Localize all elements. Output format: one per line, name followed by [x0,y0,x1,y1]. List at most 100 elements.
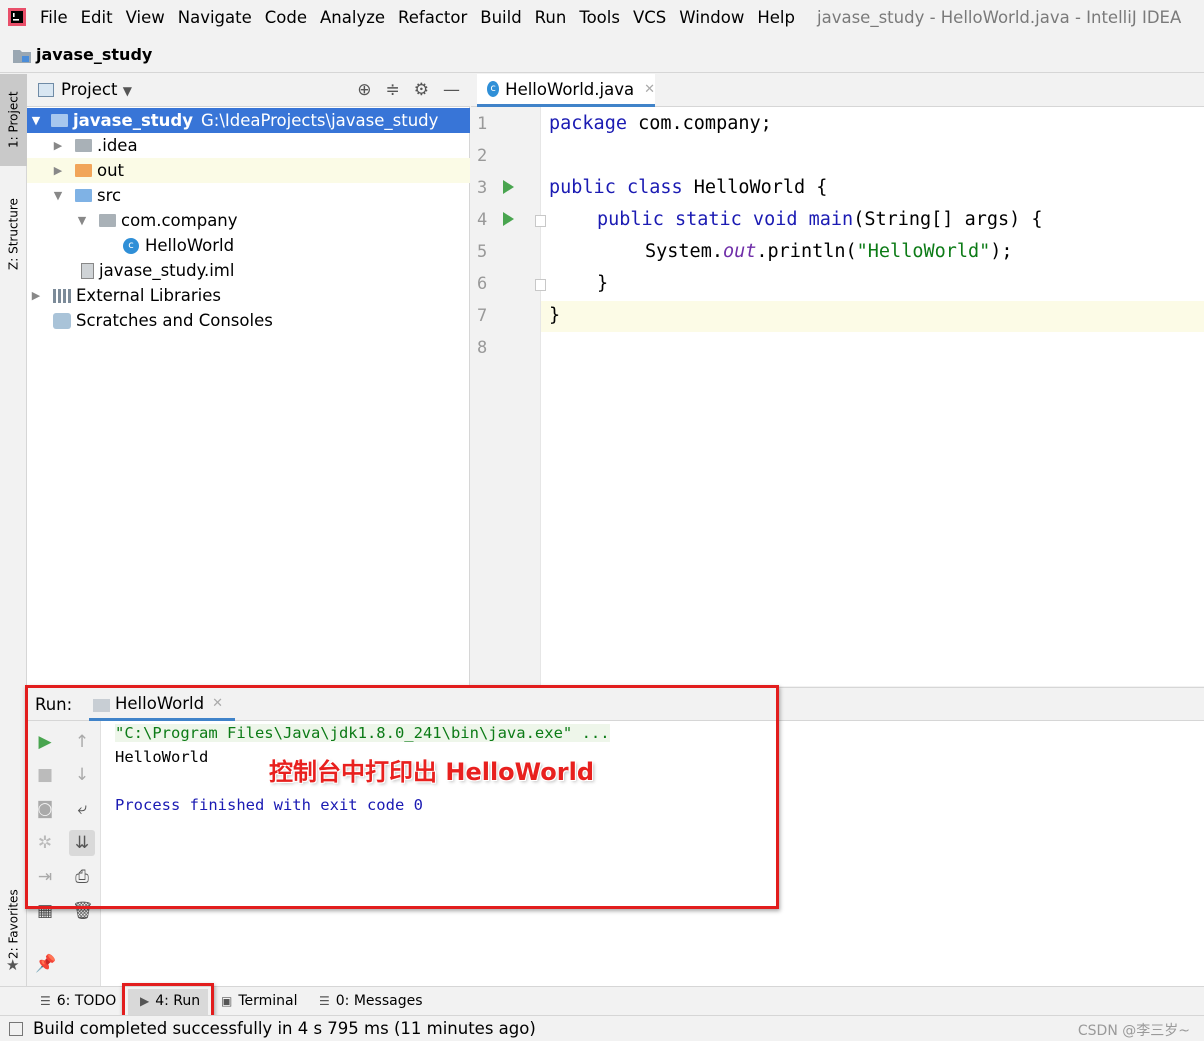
code-line-5: System.out.println("HelloWorld"); [645,241,1013,262]
menu-file[interactable]: File [40,7,68,29]
tool-tab-structure-label: Z: Structure [6,198,21,270]
tree-item-external-libraries[interactable]: ▶ External Libraries [27,283,470,308]
tree-label: javase_study.iml [99,261,235,280]
menu-refactor[interactable]: Refactor [398,7,467,29]
static-field: out [722,241,757,262]
run-class-icon[interactable] [503,180,514,194]
tree-item-idea[interactable]: ▶ .idea [27,133,470,158]
locate-icon[interactable]: ⊕ [357,80,371,100]
line-number: 3 [477,178,488,198]
watermark: CSDN @李三岁~ [1077,1023,1190,1039]
java-class-icon: c [123,237,139,254]
tree-item-iml[interactable]: javase_study.iml [27,258,470,283]
expand-arrow-icon[interactable]: ▼ [29,114,43,127]
project-panel-header: Project ▼ ⊕ ≑ ⚙ — [27,74,470,107]
tool-tab-project[interactable]: 1: Project [0,74,27,166]
menu-tools[interactable]: Tools [579,7,620,29]
menu-run[interactable]: Run [535,7,567,29]
expand-arrow-icon[interactable]: ▶ [29,289,43,302]
tree-label: HelloWorld [145,236,235,255]
menu-build[interactable]: Build [480,7,521,29]
menu-vcs[interactable]: VCS [633,7,666,29]
status-bar: Build completed successfully in 4 s 795 … [0,1015,1204,1041]
menu-navigate[interactable]: Navigate [178,7,252,29]
project-view-selector[interactable]: Project ▼ [61,80,132,99]
scratches-icon [53,312,71,329]
main-menu: File Edit View Navigate Code Analyze Ref… [40,7,808,29]
string-literal: "HelloWorld" [856,241,991,262]
status-message[interactable]: Build completed successfully in 4 s 795 … [33,1019,536,1038]
editor-tab-bar: c HelloWorld.java ✕ [471,74,1204,107]
method-name: main [797,209,854,230]
code-line-3: public class HelloWorld { [549,177,827,198]
tree-item-scratches[interactable]: Scratches and Consoles [27,308,470,333]
tool-tab-terminal[interactable]: ▣ Terminal [221,993,298,1009]
line-number: 2 [477,146,488,166]
tool-tab-todo-label: 6: TODO [56,993,117,1009]
tree-label: External Libraries [76,286,221,305]
annotation-box-run-tab [122,983,214,1019]
tree-item-project-root[interactable]: ▼ javase_study G:\IdeaProjects\javase_st… [27,108,470,133]
folder-icon [13,48,31,67]
tree-item-out[interactable]: ▶ out [27,158,470,183]
status-window-icon[interactable] [9,1022,23,1036]
line-number: 8 [477,338,488,358]
pin-icon[interactable]: 📌 [35,954,56,974]
project-view-icon [38,83,54,97]
editor-tab-label: HelloWorld.java [505,79,635,99]
folder-icon [75,139,92,152]
expand-arrow-icon[interactable]: ▶ [51,139,65,152]
menu-help[interactable]: Help [757,7,795,29]
expand-arrow-icon[interactable]: ▼ [75,214,89,227]
tree-label: out [97,161,125,180]
source-folder-icon [75,189,92,202]
editor-gutter: 1 2 3 4 5 6 7 8 [471,107,546,686]
tree-label: javase_study [73,111,193,130]
java-class-icon: c [487,81,500,97]
code-line-1: package com.company; [549,113,772,134]
editor-panel: c HelloWorld.java ✕ 1 2 3 4 5 6 7 8 pack… [471,74,1204,686]
code-area[interactable]: package com.company; public class HelloW… [541,107,1204,686]
module-folder-icon [51,114,68,127]
menu-analyze[interactable]: Analyze [320,7,385,29]
code-text: System. [645,241,723,262]
navigation-bar: javase_study [0,37,1204,73]
expand-arrow-icon[interactable]: ▶ [51,164,65,177]
star-icon[interactable]: ★ [6,956,19,974]
editor-tab-helloworld[interactable]: c HelloWorld.java ✕ [477,74,655,107]
messages-icon: ☰ [319,994,330,1008]
menu-code[interactable]: Code [265,7,307,29]
tree-label: .idea [97,136,138,155]
collapse-all-icon[interactable]: ≑ [386,80,400,100]
tool-tab-todo[interactable]: ☰ 6: TODO [40,993,116,1009]
tree-path: G:\IdeaProjects\javase_study [200,111,439,130]
menu-window[interactable]: Window [679,7,744,29]
tree-item-helloworld[interactable]: c HelloWorld [27,233,470,258]
tool-tab-messages[interactable]: ☰ 0: Messages [319,993,423,1009]
line-number: 6 [477,274,488,294]
line-number: 1 [477,114,488,134]
breadcrumb-project[interactable]: javase_study [36,45,152,64]
excluded-folder-icon [75,164,92,177]
annotation-box-console [25,685,779,909]
code-text: } [549,305,561,326]
keyword: package [549,113,627,134]
code-line-6: } [597,273,608,294]
chevron-down-icon: ▼ [122,84,132,98]
gear-icon[interactable]: ⚙ [414,80,429,100]
tree-item-src[interactable]: ▼ src [27,183,470,208]
close-icon[interactable]: ✕ [644,82,655,97]
expand-arrow-icon[interactable]: ▼ [51,189,65,202]
tool-tab-messages-label: 0: Messages [335,993,423,1009]
code-text: .println( [756,241,857,262]
menu-view[interactable]: View [126,7,165,29]
tree-item-package[interactable]: ▼ com.company [27,208,470,233]
menu-edit[interactable]: Edit [81,7,113,29]
run-main-icon[interactable] [503,212,514,226]
module-file-icon [81,262,94,279]
minimize-icon[interactable]: — [443,80,460,100]
keyword: public static void [597,209,798,230]
tool-tab-project-label: 1: Project [6,91,21,149]
tool-tab-structure[interactable]: Z: Structure [0,184,27,284]
window-title: javase_study - HelloWorld.java - Intelli… [817,8,1182,27]
